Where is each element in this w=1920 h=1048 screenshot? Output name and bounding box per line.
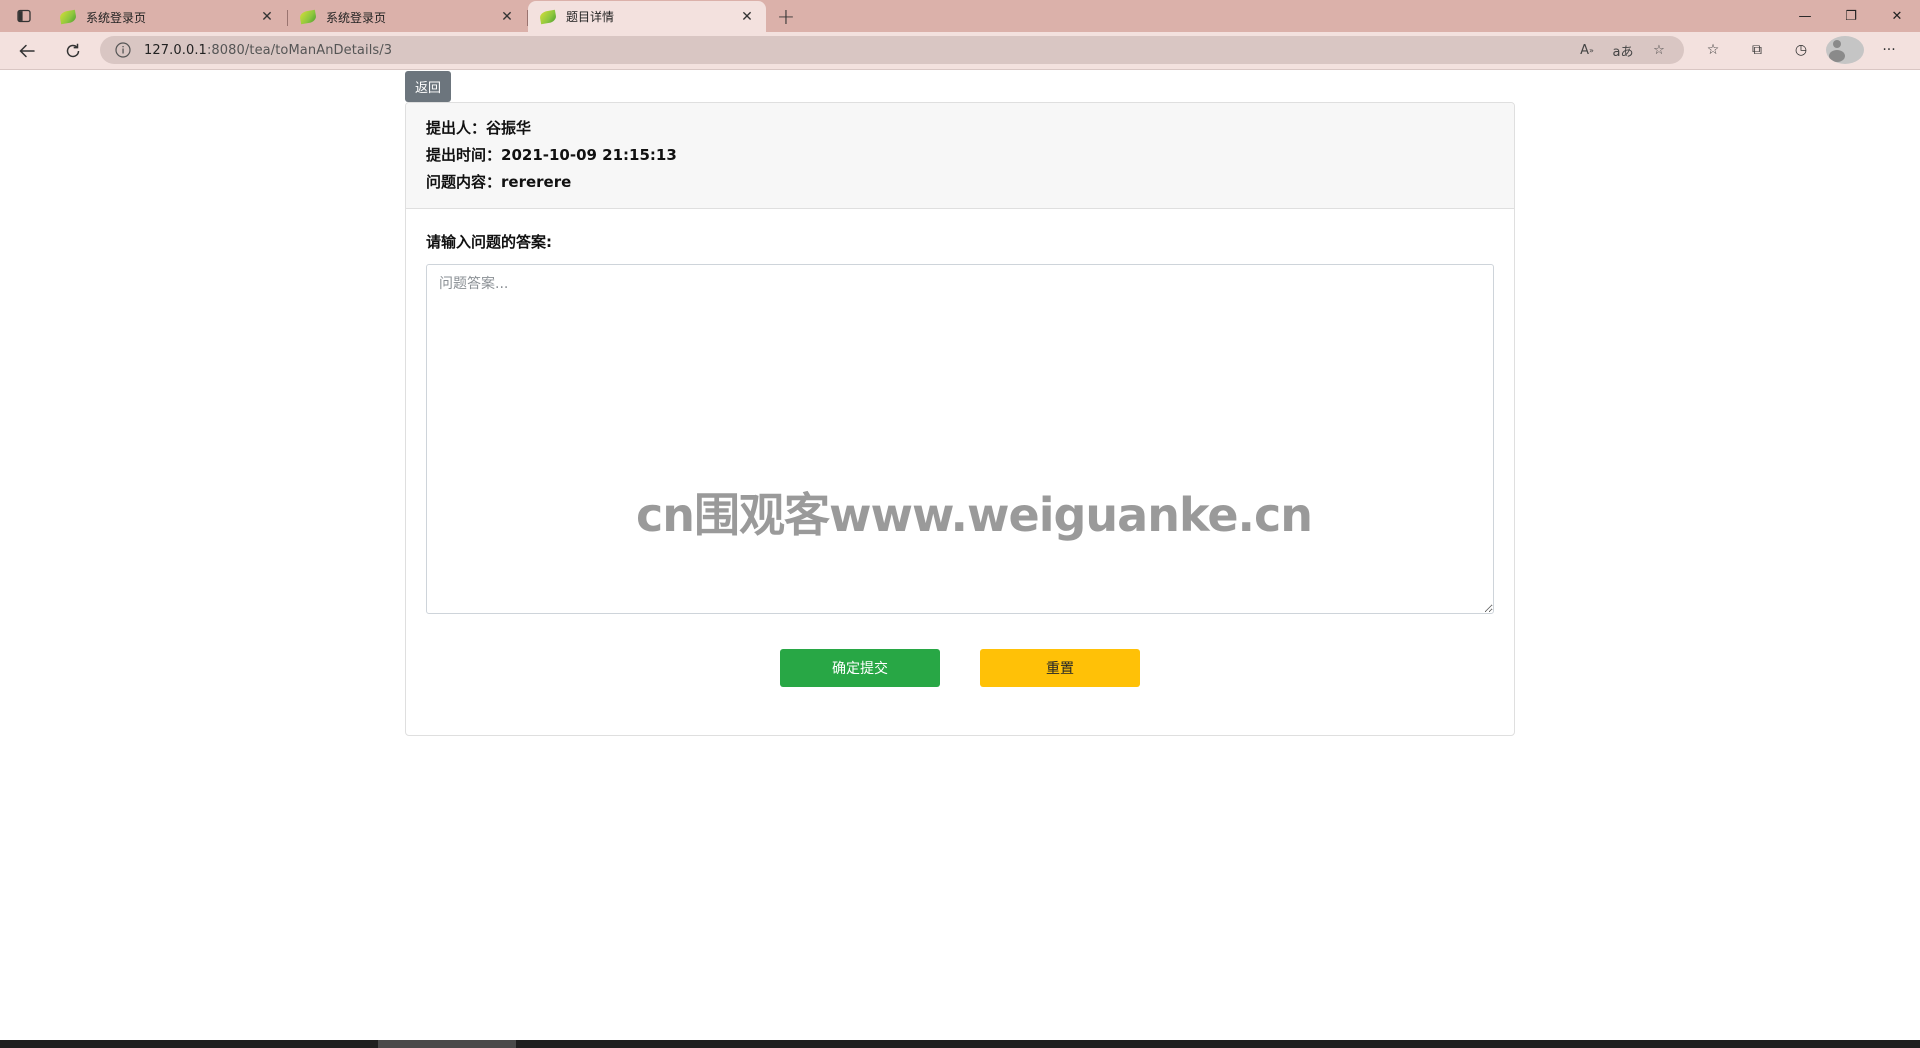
answer-label: 请输入问题的答案: xyxy=(426,233,552,251)
question-details: 提出人：谷振华 提出时间：2021-10-09 21:15:13 问题内容：re… xyxy=(406,103,1514,209)
reset-button[interactable]: 重置 xyxy=(980,649,1140,687)
content-line: 问题内容：rererere xyxy=(426,169,1494,196)
info-icon[interactable] xyxy=(114,41,132,59)
browser-right-tools: ☆ ⧉ ◷ ··· xyxy=(1694,36,1908,64)
submitter-label: 提出人： xyxy=(426,119,487,137)
address-bar-actions: A» aあ ☆ xyxy=(1574,38,1672,62)
browser-tab-1[interactable]: 系统登录页 ✕ xyxy=(48,2,288,32)
back-button[interactable] xyxy=(8,35,46,67)
refresh-button[interactable] xyxy=(54,35,92,67)
url-path: :8080/tea/toManAnDetails/3 xyxy=(206,42,393,58)
favorites-icon[interactable]: ☆ xyxy=(1694,36,1732,64)
submitter-line: 提出人：谷振华 xyxy=(426,115,1494,142)
leaf-favicon-icon xyxy=(539,9,557,24)
add-favorite-icon[interactable]: ☆ xyxy=(1646,38,1672,62)
tab-actions-button[interactable] xyxy=(0,0,48,32)
translate-icon[interactable]: aあ xyxy=(1610,38,1636,62)
watermark: cn围观客www.weiguanke.cn xyxy=(636,488,1313,542)
close-window-button[interactable]: ✕ xyxy=(1874,0,1920,32)
content-label: 问题内容： xyxy=(426,173,502,191)
browser-tab-2[interactable]: 系统登录页 ✕ xyxy=(288,2,528,32)
sidebar-icon xyxy=(17,9,31,23)
close-icon[interactable]: ✕ xyxy=(498,8,516,26)
taskbar xyxy=(0,1040,1920,1048)
collections-icon[interactable]: ⧉ xyxy=(1738,36,1776,64)
page-content: 返回 提出人：谷振华 提出时间：2021-10-09 21:15:13 问题内容… xyxy=(0,71,1920,1040)
tab-title: 题目详情 xyxy=(566,10,615,24)
time-line: 提出时间：2021-10-09 21:15:13 xyxy=(426,142,1494,169)
submitter-value: 谷振华 xyxy=(486,119,532,137)
back-link-button[interactable]: 返回 xyxy=(405,71,451,102)
leaf-favicon-icon xyxy=(59,9,77,25)
url-text[interactable]: 127.0.0.1:8080/tea/toManAnDetails/3 xyxy=(144,43,1574,58)
browser-toolbar: 127.0.0.1:8080/tea/toManAnDetails/3 A» a… xyxy=(0,32,1920,70)
close-icon[interactable]: ✕ xyxy=(738,8,756,26)
tab-title: 系统登录页 xyxy=(326,10,387,25)
tab-title: 系统登录页 xyxy=(86,10,147,25)
browser-tab-3-active[interactable]: 题目详情 ✕ xyxy=(528,1,766,32)
answer-textarea[interactable] xyxy=(426,264,1494,614)
answer-form: 请输入问题的答案: xyxy=(406,209,1514,640)
close-icon[interactable]: ✕ xyxy=(258,8,276,26)
minimize-button[interactable]: — xyxy=(1782,0,1828,32)
time-value: 2021-10-09 21:15:13 xyxy=(501,146,677,164)
new-tab-button[interactable]: + xyxy=(768,2,804,32)
restore-button[interactable]: ❐ xyxy=(1828,0,1874,32)
browser-tab-bar: 系统登录页 ✕ 系统登录页 ✕ 题目详情 ✕ + — ❐ ✕ xyxy=(0,0,1920,32)
content-value: rererere xyxy=(501,173,572,191)
taskbar-active-app[interactable] xyxy=(378,1040,516,1048)
history-icon[interactable]: ◷ xyxy=(1782,36,1820,64)
window-controls: — ❐ ✕ xyxy=(1782,0,1920,32)
more-icon[interactable]: ··· xyxy=(1870,36,1908,64)
url-host: 127.0.0.1 xyxy=(144,42,207,58)
submit-button[interactable]: 确定提交 xyxy=(780,649,940,687)
read-aloud-icon[interactable]: A» xyxy=(1574,38,1600,62)
back-arrow-icon xyxy=(19,44,35,57)
question-card: 提出人：谷振华 提出时间：2021-10-09 21:15:13 问题内容：re… xyxy=(405,102,1515,736)
refresh-icon xyxy=(66,43,80,57)
profile-button[interactable] xyxy=(1826,36,1864,64)
time-label: 提出时间： xyxy=(426,146,502,164)
form-actions: 确定提交 重置 xyxy=(406,649,1514,687)
profile-icon xyxy=(1826,36,1864,64)
leaf-favicon-icon xyxy=(299,9,317,25)
address-bar[interactable]: 127.0.0.1:8080/tea/toManAnDetails/3 A» a… xyxy=(100,36,1684,64)
